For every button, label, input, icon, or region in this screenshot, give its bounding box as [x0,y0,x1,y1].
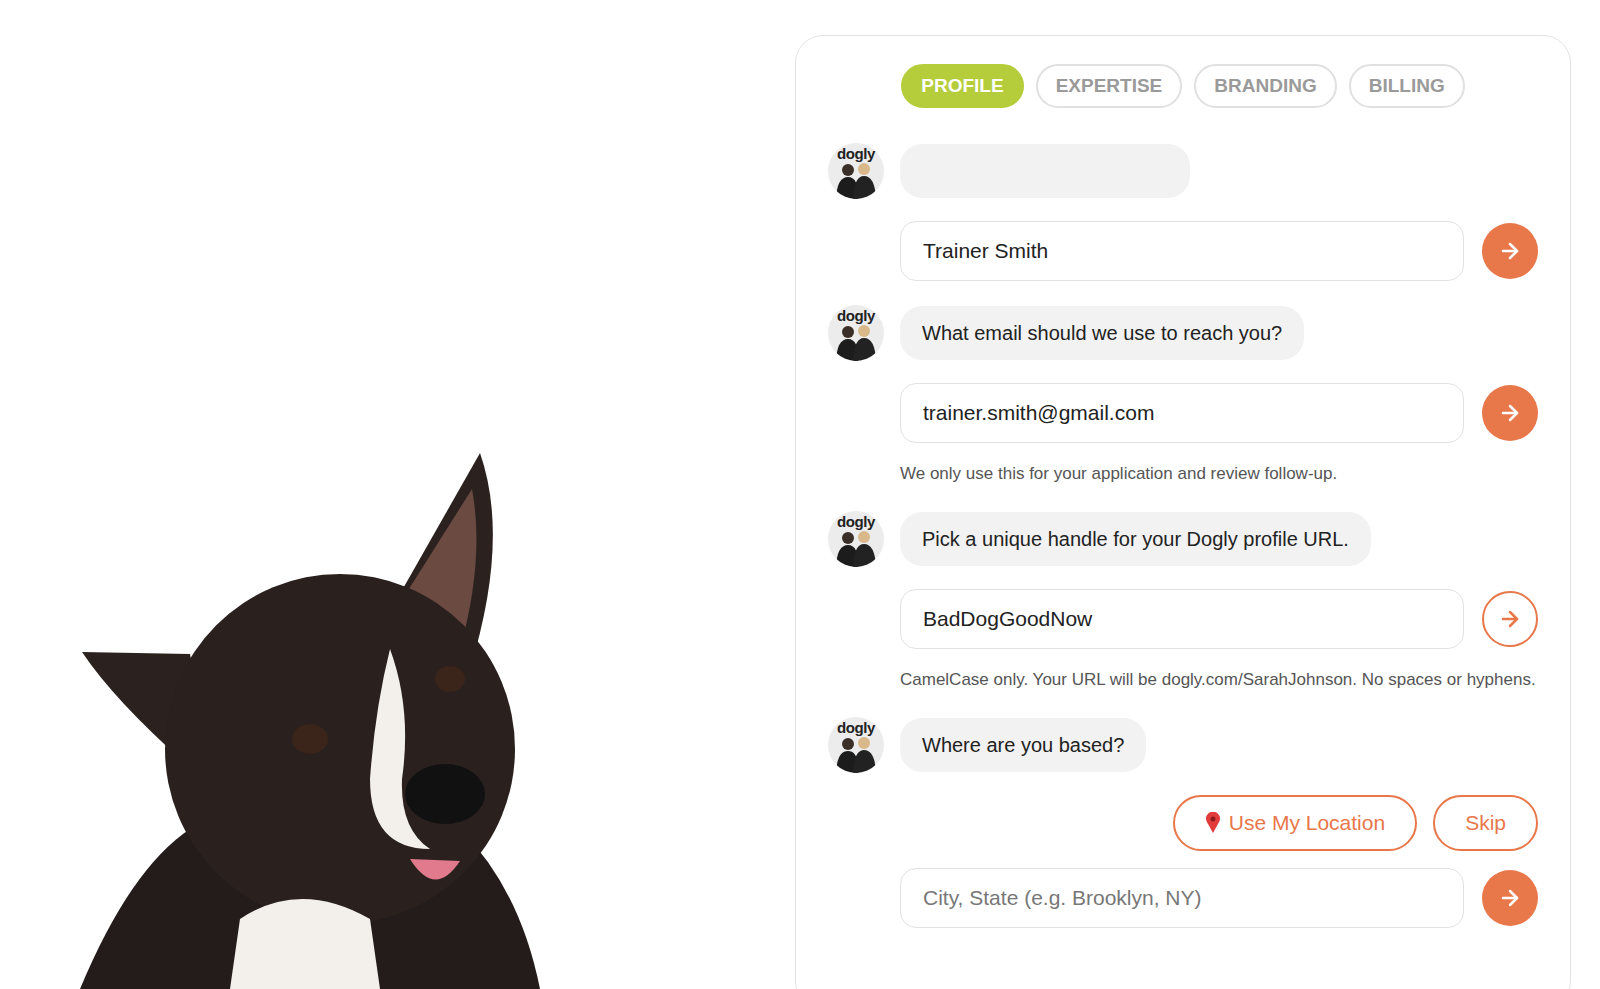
arrow-right-icon [1498,607,1522,631]
bot-message: dogly Where are you based? [828,717,1538,773]
answer-input[interactable] [900,589,1464,649]
arrow-right-icon [1498,886,1522,910]
skip-button[interactable]: Skip [1433,795,1538,851]
answer-input[interactable] [900,221,1464,281]
step-tab[interactable]: BILLING [1349,64,1465,108]
chat-step: dogly Where are you based? Use My Location… [828,717,1538,928]
quick-actions: Use My Location Skip [828,795,1538,851]
field-hint: CamelCase only. Your URL will be dogly.c… [828,667,1538,693]
avatar-logo: dogly [837,146,875,161]
field-hint: We only use this for your application an… [828,461,1538,487]
chat-step: dogly What email should we use to reach y… [828,305,1538,487]
trainers-icon [834,529,878,567]
bot-message: dogly [828,143,1538,199]
message-bubble [900,144,1190,198]
trainers-icon [834,161,878,199]
avatar-logo: dogly [837,514,875,529]
step-tab[interactable]: BRANDING [1194,64,1336,108]
submit-button[interactable] [1482,385,1538,441]
chat-area: dogly dogly What email should we use to re… [828,132,1538,928]
answer-row [828,868,1538,928]
dogly-avatar: dogly [828,305,884,361]
dogly-avatar: dogly [828,143,884,199]
step-tab[interactable]: PROFILE [901,64,1023,108]
dog-photo [40,449,560,989]
bot-message: dogly Pick a unique handle for your Dogly… [828,511,1538,567]
answer-row [828,383,1538,443]
hero-area [0,0,795,989]
message-bubble: Where are you based? [900,718,1146,772]
location-pin-icon [1205,812,1221,834]
answer-input[interactable] [900,868,1464,928]
chat-step: dogly [828,143,1538,281]
onboarding-page: PROFILEEXPERTISEBRANDINGBILLINGdoglydogl… [0,0,1600,989]
submit-button[interactable] [1482,223,1538,279]
onboarding-card: PROFILEEXPERTISEBRANDINGBILLINGdoglydogl… [795,35,1571,989]
step-tab[interactable]: EXPERTISE [1036,64,1183,108]
avatar-logo: dogly [837,308,875,323]
message-bubble: What email should we use to reach you? [900,306,1304,360]
step-tabs: PROFILE EXPERTISEBRANDING BILLING [828,64,1538,108]
dogly-avatar: dogly [828,511,884,567]
answer-input[interactable] [900,383,1464,443]
arrow-right-icon [1498,239,1522,263]
bot-message: dogly What email should we use to reach y… [828,305,1538,361]
use-location-button[interactable]: Use My Location [1173,795,1417,851]
message-bubble: Pick a unique handle for your Dogly prof… [900,512,1371,566]
arrow-right-icon [1498,401,1522,425]
trainers-icon [834,323,878,361]
avatar-logo: dogly [837,720,875,735]
dogly-avatar: dogly [828,717,884,773]
answer-row [828,221,1538,281]
answer-row [828,589,1538,649]
submit-button[interactable] [1482,870,1538,926]
trainers-icon [834,735,878,773]
chat-step: dogly Pick a unique handle for your Dogly… [828,511,1538,693]
submit-button[interactable] [1482,591,1538,647]
